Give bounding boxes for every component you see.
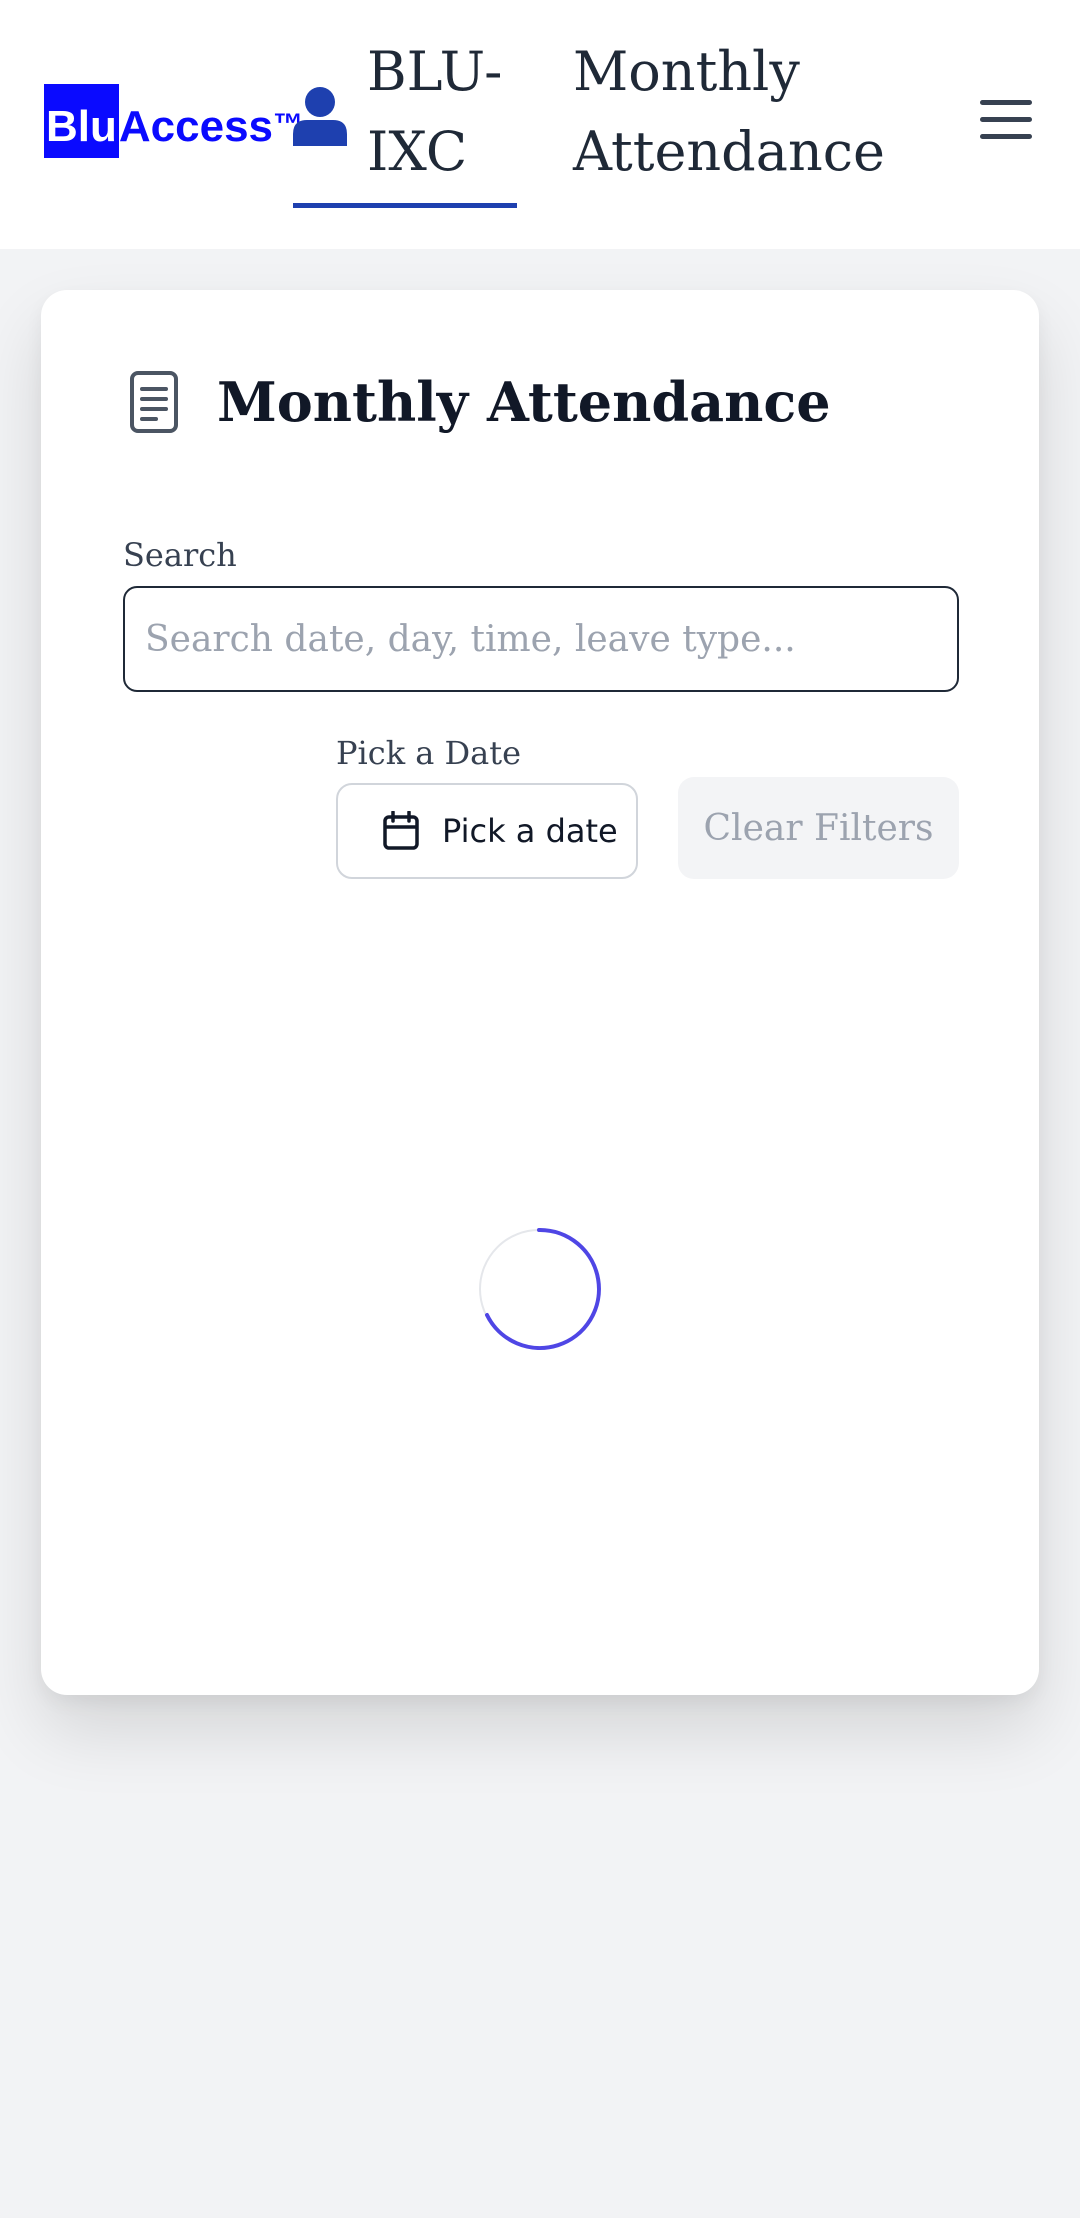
logo-text: Access — [118, 102, 274, 151]
calendar-icon — [383, 811, 419, 850]
nav-user-tab[interactable]: BLU-IXC — [293, 32, 517, 208]
top-navbar: Blu Access ™ BLU-IXC Monthly Attendance — [0, 0, 1080, 249]
attendance-card: Monthly Attendance Search Pick a Date Pi… — [41, 290, 1039, 1695]
nav-user-label: BLU-IXC — [367, 40, 503, 183]
search-label: Search — [123, 536, 237, 574]
hamburger-menu-icon[interactable] — [980, 100, 1036, 142]
search-input[interactable] — [123, 586, 959, 692]
spinner-icon — [479, 1227, 601, 1350]
bluaccess-logo[interactable]: Blu Access ™ — [44, 84, 303, 158]
date-filter-label: Pick a Date — [336, 734, 522, 772]
logo-box-text: Blu — [46, 102, 117, 151]
pick-date-button-label: Pick a date — [442, 812, 618, 850]
page-title: Monthly Attendance — [217, 370, 831, 434]
nav-monthly-attendance[interactable]: Monthly Attendance — [573, 32, 885, 192]
clear-filters-button[interactable]: Clear Filters — [678, 777, 959, 879]
logo-box: Blu — [44, 84, 119, 158]
card-header: Monthly Attendance — [129, 370, 831, 434]
user-icon — [293, 87, 347, 146]
pick-date-button[interactable]: Pick a date — [336, 783, 638, 879]
document-icon — [130, 371, 178, 433]
